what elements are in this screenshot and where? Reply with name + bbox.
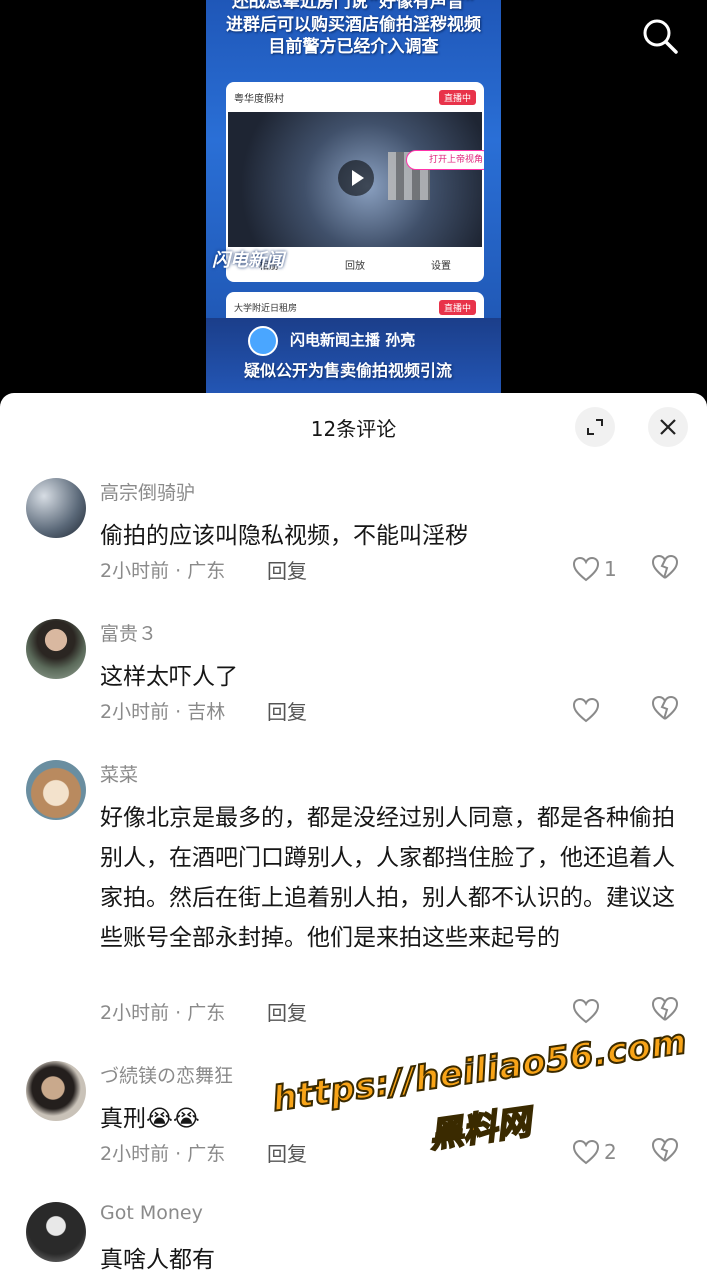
reply-button[interactable]: 回复	[267, 696, 307, 725]
like-count: 1	[604, 557, 617, 581]
open-view-pill: 打开上帝视角	[406, 150, 484, 170]
avatar[interactable]	[26, 1061, 86, 1121]
comment-username[interactable]: づ続镁の恋舞狂	[100, 1061, 233, 1088]
like-button[interactable]: 1	[572, 554, 622, 584]
avatar[interactable]	[26, 1202, 86, 1262]
expand-icon	[587, 419, 603, 435]
dislike-button[interactable]	[651, 1137, 681, 1167]
close-icon	[660, 419, 676, 435]
heart-icon	[572, 697, 600, 723]
comment-username[interactable]: Got Money	[100, 1202, 203, 1224]
settings-label: 设置	[431, 261, 451, 272]
close-button[interactable]	[648, 407, 688, 447]
like-button[interactable]	[572, 695, 622, 725]
comment-username[interactable]: 富贵３	[100, 619, 157, 646]
comment-text: 偷拍的应该叫隐私视频，不能叫淫秽	[100, 523, 468, 549]
reply-button[interactable]: 回复	[267, 997, 307, 1026]
broken-heart-icon	[651, 554, 679, 579]
avatar[interactable]	[26, 619, 86, 679]
broken-heart-icon	[651, 996, 679, 1021]
heart-icon	[572, 998, 600, 1024]
playback-label: 回放	[345, 261, 365, 272]
headline-line-1: 还战息辈近房门说“好像有声音”	[231, 0, 476, 12]
comment-text: 这样太吓人了	[100, 664, 238, 690]
heart-icon	[572, 556, 600, 582]
search-icon[interactable]	[640, 16, 680, 56]
comment-item: 富贵３ 这样太吓人了 2小时前 · 吉林 回复	[0, 619, 707, 749]
broken-heart-icon	[651, 1137, 679, 1162]
heart-icon	[572, 1139, 600, 1165]
comment-meta: 2小时前 · 广东	[100, 1002, 226, 1024]
expand-button[interactable]	[575, 407, 615, 447]
comment-meta: 2小时前 · 广东	[100, 560, 226, 582]
comment-item: 高宗倒骑驴 偷拍的应该叫隐私视频，不能叫淫秽 2小时前 · 广东 回复 1	[0, 478, 707, 608]
anchor-name: 闪电新闻主播 孙亮	[290, 331, 416, 349]
phone-place-label: 粤华度假村	[234, 93, 284, 105]
phone2-place-label: 大学附近日租房	[234, 303, 298, 314]
comments-sheet: 12条评论 高宗倒骑驴 偷拍的应该叫隐私视频，不能叫淫秽 2小时前 · 广东 回…	[0, 393, 707, 1280]
avatar[interactable]	[26, 478, 86, 538]
comment-text: 好像北京是最多的，都是没经过别人同意，都是各种偷拍别人，在酒吧门口蹲别人，人家都…	[100, 805, 675, 951]
channel-logo: 闪电新闻	[212, 250, 284, 271]
comment-text: 真刑😭😭	[100, 1106, 200, 1132]
comment-username[interactable]: 高宗倒骑驴	[100, 478, 195, 505]
comment-meta: 2小时前 · 广东	[100, 1143, 226, 1165]
video-player[interactable]: 还战息辈近房门说“好像有声音” 进群后可以购买酒店偷拍淫秽视频 目前警方已经介入…	[0, 0, 707, 420]
surveillance-image: 打开上帝视角	[228, 112, 484, 247]
headline-line-3: 目前警方已经介入调查	[268, 37, 439, 57]
play-icon	[338, 160, 374, 196]
like-button[interactable]: 2	[572, 1137, 622, 1167]
video-subtitle: 疑似公开为售卖偷拍视频引流	[244, 361, 453, 380]
reply-button[interactable]: 回复	[267, 555, 307, 584]
like-count: 2	[604, 1140, 617, 1164]
comment-meta: 2小时前 · 吉林	[100, 701, 226, 723]
headline-line-2: 进群后可以购买酒店偷拍淫秽视频	[226, 15, 481, 35]
live-badge: 直播中	[438, 89, 476, 105]
dislike-button[interactable]	[651, 996, 681, 1026]
like-button[interactable]	[572, 996, 622, 1026]
reply-button[interactable]: 回复	[267, 1138, 307, 1167]
comment-username[interactable]: 菜菜	[100, 760, 138, 787]
dislike-button[interactable]	[651, 554, 681, 584]
comment-item: 菜菜 好像北京是最多的，都是没经过别人同意，都是各种偷拍别人，在酒吧门口蹲别人，…	[0, 760, 707, 1050]
dislike-button[interactable]	[651, 695, 681, 725]
microphone-icon	[248, 326, 278, 356]
broken-heart-icon	[651, 695, 679, 720]
avatar[interactable]	[26, 760, 86, 820]
comment-item: Got Money 真啥人都有	[0, 1202, 707, 1280]
live-badge-2: 直播中	[438, 299, 476, 315]
comment-text: 真啥人都有	[100, 1247, 215, 1273]
